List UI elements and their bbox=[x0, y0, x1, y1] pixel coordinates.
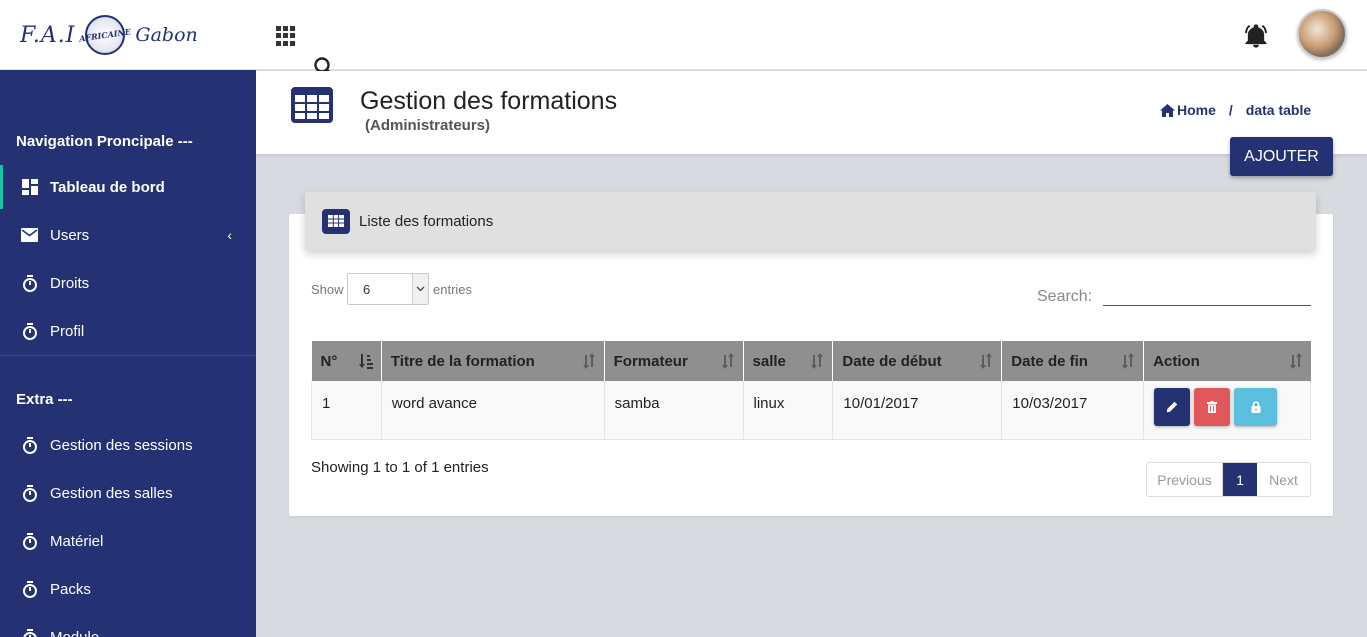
chevron-down-icon bbox=[412, 274, 428, 304]
sidebar-item-packs[interactable]: Packs bbox=[0, 567, 256, 611]
top-bar: F.A.I AFRICAINE Gabon bbox=[0, 0, 1367, 70]
breadcrumb-home[interactable]: Home bbox=[1160, 102, 1216, 118]
pagination-next[interactable]: Next bbox=[1257, 463, 1310, 496]
sort-icon bbox=[1289, 353, 1302, 369]
sort-icon bbox=[721, 353, 734, 369]
cell-num: 1 bbox=[311, 381, 382, 440]
column-header-formateur[interactable]: Formateur bbox=[604, 341, 744, 381]
page-subtitle: (Administrateurs) bbox=[365, 117, 491, 134]
timer-icon bbox=[21, 628, 38, 637]
cell-salle: linux bbox=[742, 381, 833, 440]
sidebar-item-module[interactable]: Module bbox=[0, 615, 256, 637]
add-button[interactable]: AJOUTER bbox=[1230, 137, 1333, 176]
table-icon bbox=[291, 87, 333, 123]
column-header-num[interactable]: N° bbox=[311, 341, 382, 381]
cell-date-debut: 10/01/2017 bbox=[832, 381, 1002, 440]
column-header-date-fin[interactable]: Date de fin bbox=[1001, 341, 1145, 381]
table-row: 1 word avance samba linux 10/01/2017 10/… bbox=[311, 381, 1311, 440]
sidebar-item-gestion-salles[interactable]: Gestion des salles bbox=[0, 471, 256, 515]
sidebar-item-label: Users bbox=[50, 226, 90, 244]
sidebar-item-label: Tableau de bord bbox=[50, 178, 165, 196]
logo-emblem-text: AFRICAINE bbox=[78, 26, 132, 44]
show-label: Show bbox=[311, 282, 344, 297]
timer-icon bbox=[21, 484, 38, 502]
sidebar-item-users[interactable]: Users ‹ bbox=[0, 213, 256, 257]
home-icon bbox=[1160, 103, 1175, 117]
page-title: Gestion des formations bbox=[360, 87, 618, 115]
chevron-left-icon: ‹ bbox=[227, 227, 232, 243]
cell-titre: word avance bbox=[380, 381, 605, 440]
timer-icon bbox=[21, 322, 38, 340]
sort-icon bbox=[811, 353, 824, 369]
user-avatar[interactable] bbox=[1297, 9, 1347, 59]
card-header: Liste des formations bbox=[305, 192, 1316, 250]
logo-emblem: AFRICAINE bbox=[79, 15, 132, 55]
dashboard-icon bbox=[21, 179, 38, 196]
card-title: Liste des formations bbox=[359, 212, 494, 230]
breadcrumb-separator: / bbox=[1228, 102, 1233, 118]
nav-heading-extra: Extra --- bbox=[16, 391, 73, 408]
timer-icon bbox=[21, 274, 38, 292]
table-header-row: N° Titre de la formation Formateur salle… bbox=[311, 341, 1311, 381]
logo[interactable]: F.A.I AFRICAINE Gabon bbox=[0, 0, 256, 70]
column-header-date-debut[interactable]: Date de début bbox=[832, 341, 1003, 381]
sidebar: Navigation Proncipale --- Tableau de bor… bbox=[0, 70, 256, 637]
sort-icon bbox=[582, 353, 595, 369]
search-input[interactable] bbox=[1103, 282, 1311, 306]
entries-label: entries bbox=[433, 282, 473, 297]
logo-text-right: Gabon bbox=[135, 24, 198, 46]
pagination: Previous 1 Next bbox=[1146, 462, 1311, 497]
logo-text-left: F.A.I bbox=[20, 22, 76, 48]
sidebar-item-tableau-de-bord[interactable]: Tableau de bord bbox=[0, 165, 256, 209]
column-header-titre[interactable]: Titre de la formation bbox=[381, 341, 605, 381]
column-header-salle[interactable]: salle bbox=[743, 341, 834, 381]
sort-asc-icon bbox=[358, 354, 373, 369]
envelope-icon bbox=[21, 227, 38, 244]
cell-actions bbox=[1143, 381, 1311, 440]
column-header-action[interactable]: Action bbox=[1143, 341, 1311, 381]
sidebar-item-label: Droits bbox=[50, 274, 90, 292]
entries-select[interactable]: 6 bbox=[347, 273, 429, 305]
delete-button[interactable] bbox=[1194, 388, 1231, 426]
timer-icon bbox=[21, 532, 38, 550]
sidebar-divider bbox=[0, 355, 256, 356]
sort-icon bbox=[980, 353, 993, 369]
sidebar-item-label: Matériel bbox=[50, 532, 104, 550]
sidebar-item-gestion-sessions[interactable]: Gestion des sessions bbox=[0, 423, 256, 467]
entries-select-value: 6 bbox=[363, 281, 371, 297]
lock-icon bbox=[1251, 401, 1261, 413]
breadcrumb-current: data table bbox=[1245, 102, 1312, 118]
timer-icon bbox=[21, 436, 38, 454]
pencil-icon bbox=[1166, 401, 1178, 413]
cell-formateur: samba bbox=[603, 381, 744, 440]
edit-button[interactable] bbox=[1154, 388, 1191, 426]
table-info: Showing 1 to 1 of 1 entries bbox=[311, 459, 489, 476]
breadcrumb-home-label: Home bbox=[1177, 102, 1216, 118]
pagination-previous[interactable]: Previous bbox=[1147, 463, 1223, 496]
sidebar-item-profil[interactable]: Profil bbox=[0, 309, 256, 353]
breadcrumb: Home / data table bbox=[1160, 102, 1311, 118]
sidebar-item-label: Profil bbox=[50, 322, 85, 340]
sidebar-item-label: Gestion des salles bbox=[50, 484, 173, 502]
sidebar-item-materiel[interactable]: Matériel bbox=[0, 519, 256, 563]
search-label: Search: bbox=[1037, 288, 1093, 305]
sidebar-item-label: Gestion des sessions bbox=[50, 436, 193, 454]
cell-date-fin: 10/03/2017 bbox=[1001, 381, 1144, 440]
nav-heading-main: Navigation Proncipale --- bbox=[16, 133, 193, 150]
sidebar-item-label: Packs bbox=[50, 580, 91, 598]
lock-button[interactable] bbox=[1234, 388, 1278, 426]
sidebar-item-droits[interactable]: Droits bbox=[0, 261, 256, 305]
trash-icon bbox=[1207, 401, 1218, 413]
sidebar-item-label: Module bbox=[50, 628, 100, 637]
table-icon bbox=[322, 208, 350, 234]
sort-icon bbox=[1122, 353, 1135, 369]
timer-icon bbox=[21, 580, 38, 598]
bell-icon[interactable] bbox=[1242, 22, 1270, 50]
formations-table: N° Titre de la formation Formateur salle… bbox=[311, 341, 1311, 440]
apps-grid-icon[interactable] bbox=[276, 26, 296, 46]
pagination-page-1[interactable]: 1 bbox=[1223, 463, 1257, 496]
